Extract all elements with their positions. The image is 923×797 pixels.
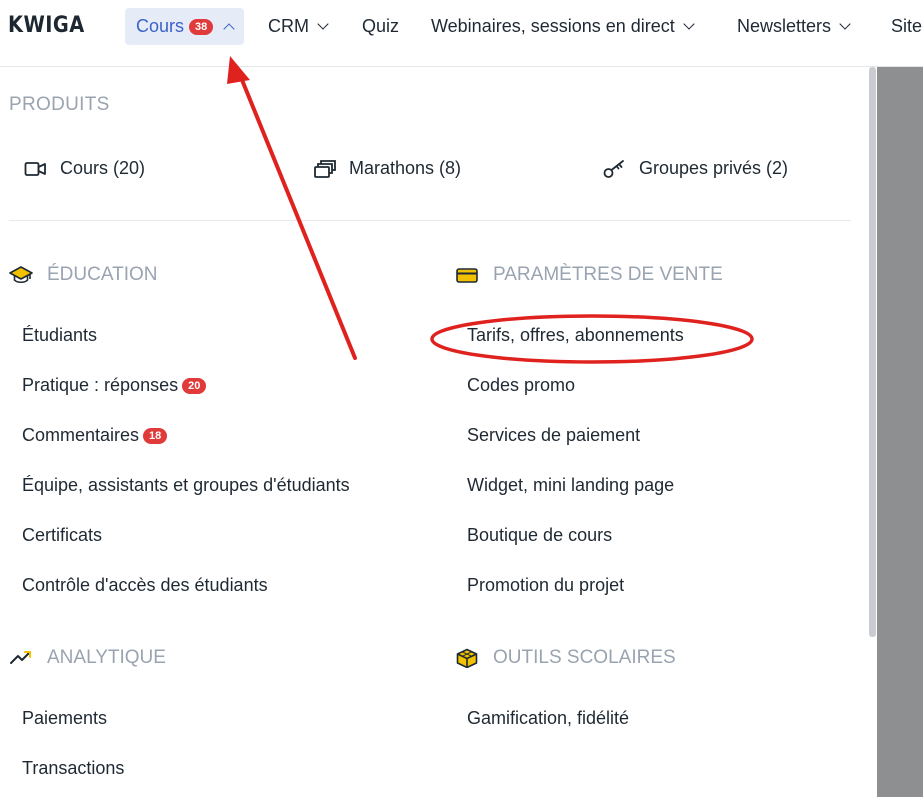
category-vente-title: PARAMÈTRES DE VENTE (493, 264, 723, 285)
dimmed-page-backdrop (877, 67, 923, 797)
category-education-title: ÉDUCATION (47, 264, 158, 285)
link-commentaires-label: Commentaires (22, 425, 140, 445)
nav-crm-label: CRM (268, 16, 309, 36)
category-outils: OUTILS SCOLAIRES (455, 647, 676, 669)
link-pratique-reponses-label: Pratique : réponses (22, 375, 179, 395)
graduation-cap-icon (9, 266, 33, 284)
category-outils-title: OUTILS SCOLAIRES (493, 647, 676, 668)
cube-icon (456, 648, 478, 668)
link-etudiants-label: Étudiants (22, 325, 98, 345)
top-navigation: KWIGA Cours 38 CRM Quiz Webinaires, sess… (0, 0, 923, 67)
credit-card-icon (456, 268, 478, 283)
link-promotion[interactable]: Promotion du projet (467, 575, 624, 596)
link-transactions[interactable]: Transactions (22, 758, 124, 779)
link-controle-acces[interactable]: Contrôle d'accès des étudiants (22, 575, 268, 596)
nav-quiz-label: Quiz (362, 16, 400, 36)
annotation-overlay (227, 56, 754, 364)
link-equipe[interactable]: Équipe, assistants et groupes d'étudiant… (22, 475, 350, 496)
product-groupes-label: Groupes privés (2) (639, 158, 789, 178)
link-boutique-label: Boutique de cours (467, 525, 613, 545)
trending-up-icon (10, 651, 31, 664)
video-camera-icon (24, 161, 46, 176)
nav-webinaires[interactable]: Webinaires, sessions en direct (431, 8, 695, 45)
nav-site[interactable]: Site (891, 8, 922, 45)
nav-newsletters-label: Newsletters (737, 16, 832, 36)
link-paiements[interactable]: Paiements (22, 708, 107, 729)
product-cours[interactable]: Cours (20) (24, 158, 145, 179)
chevron-down-icon (317, 18, 329, 30)
category-education: ÉDUCATION (9, 264, 157, 286)
link-tarifs[interactable]: Tarifs, offres, abonnements (467, 325, 684, 346)
category-analytique: ANALYTIQUE (9, 647, 166, 669)
section-title-produits: PRODUITS (9, 94, 110, 115)
chevron-down-icon (683, 18, 695, 30)
key-icon (603, 159, 624, 178)
link-paiements-label: Paiements (22, 708, 108, 728)
nav-site-label: Site (891, 16, 923, 36)
section-divider (9, 220, 851, 221)
category-analytique-title: ANALYTIQUE (47, 647, 166, 668)
link-codes-promo-label: Codes promo (467, 375, 576, 395)
kwiga-logo[interactable]: KWIGA (8, 13, 85, 38)
stacked-cards-icon (314, 159, 336, 178)
nav-crm[interactable]: CRM (268, 8, 329, 45)
nav-newsletters[interactable]: Newsletters (737, 8, 851, 45)
category-vente: PARAMÈTRES DE VENTE (455, 264, 723, 286)
link-equipe-label: Équipe, assistants et groupes d'étudiant… (22, 475, 350, 495)
product-marathons-label: Marathons (8) (349, 158, 462, 178)
link-tarifs-label: Tarifs, offres, abonnements (467, 325, 684, 345)
nav-cours-label: Cours (136, 16, 185, 36)
nav-cours[interactable]: Cours 38 (125, 8, 245, 45)
link-boutique[interactable]: Boutique de cours (467, 525, 612, 546)
link-controle-acces-label: Contrôle d'accès des étudiants (22, 575, 268, 595)
link-transactions-label: Transactions (22, 758, 125, 778)
nav-cours-badge: 38 (189, 18, 214, 35)
link-gamification[interactable]: Gamification, fidélité (467, 708, 629, 729)
product-groupes[interactable]: Groupes privés (2) (603, 158, 788, 179)
chevron-down-icon (839, 18, 851, 30)
link-promotion-label: Promotion du projet (467, 575, 625, 595)
count-badge: 18 (143, 427, 168, 444)
nav-webinaires-label: Webinaires, sessions en direct (431, 16, 675, 36)
count-badge: 20 (182, 377, 207, 394)
product-cours-label: Cours (20) (60, 158, 146, 178)
menu-scrollbar[interactable] (869, 67, 876, 637)
link-services-paiement-label: Services de paiement (467, 425, 641, 445)
link-commentaires[interactable]: Commentaires 18 (22, 425, 168, 446)
link-certificats[interactable]: Certificats (22, 525, 102, 546)
link-codes-promo[interactable]: Codes promo (467, 375, 575, 396)
annotation-arrow-shaft (238, 73, 357, 360)
link-certificats-label: Certificats (22, 525, 103, 545)
link-services-paiement[interactable]: Services de paiement (467, 425, 640, 446)
product-marathons[interactable]: Marathons (8) (313, 158, 461, 179)
link-pratique-reponses[interactable]: Pratique : réponses 20 (22, 375, 207, 396)
link-etudiants[interactable]: Étudiants (22, 325, 97, 346)
link-widget[interactable]: Widget, mini landing page (467, 475, 674, 496)
nav-quiz[interactable]: Quiz (362, 8, 399, 45)
chevron-up-icon (223, 23, 235, 35)
link-gamification-label: Gamification, fidélité (467, 708, 630, 728)
link-widget-label: Widget, mini landing page (467, 475, 675, 495)
